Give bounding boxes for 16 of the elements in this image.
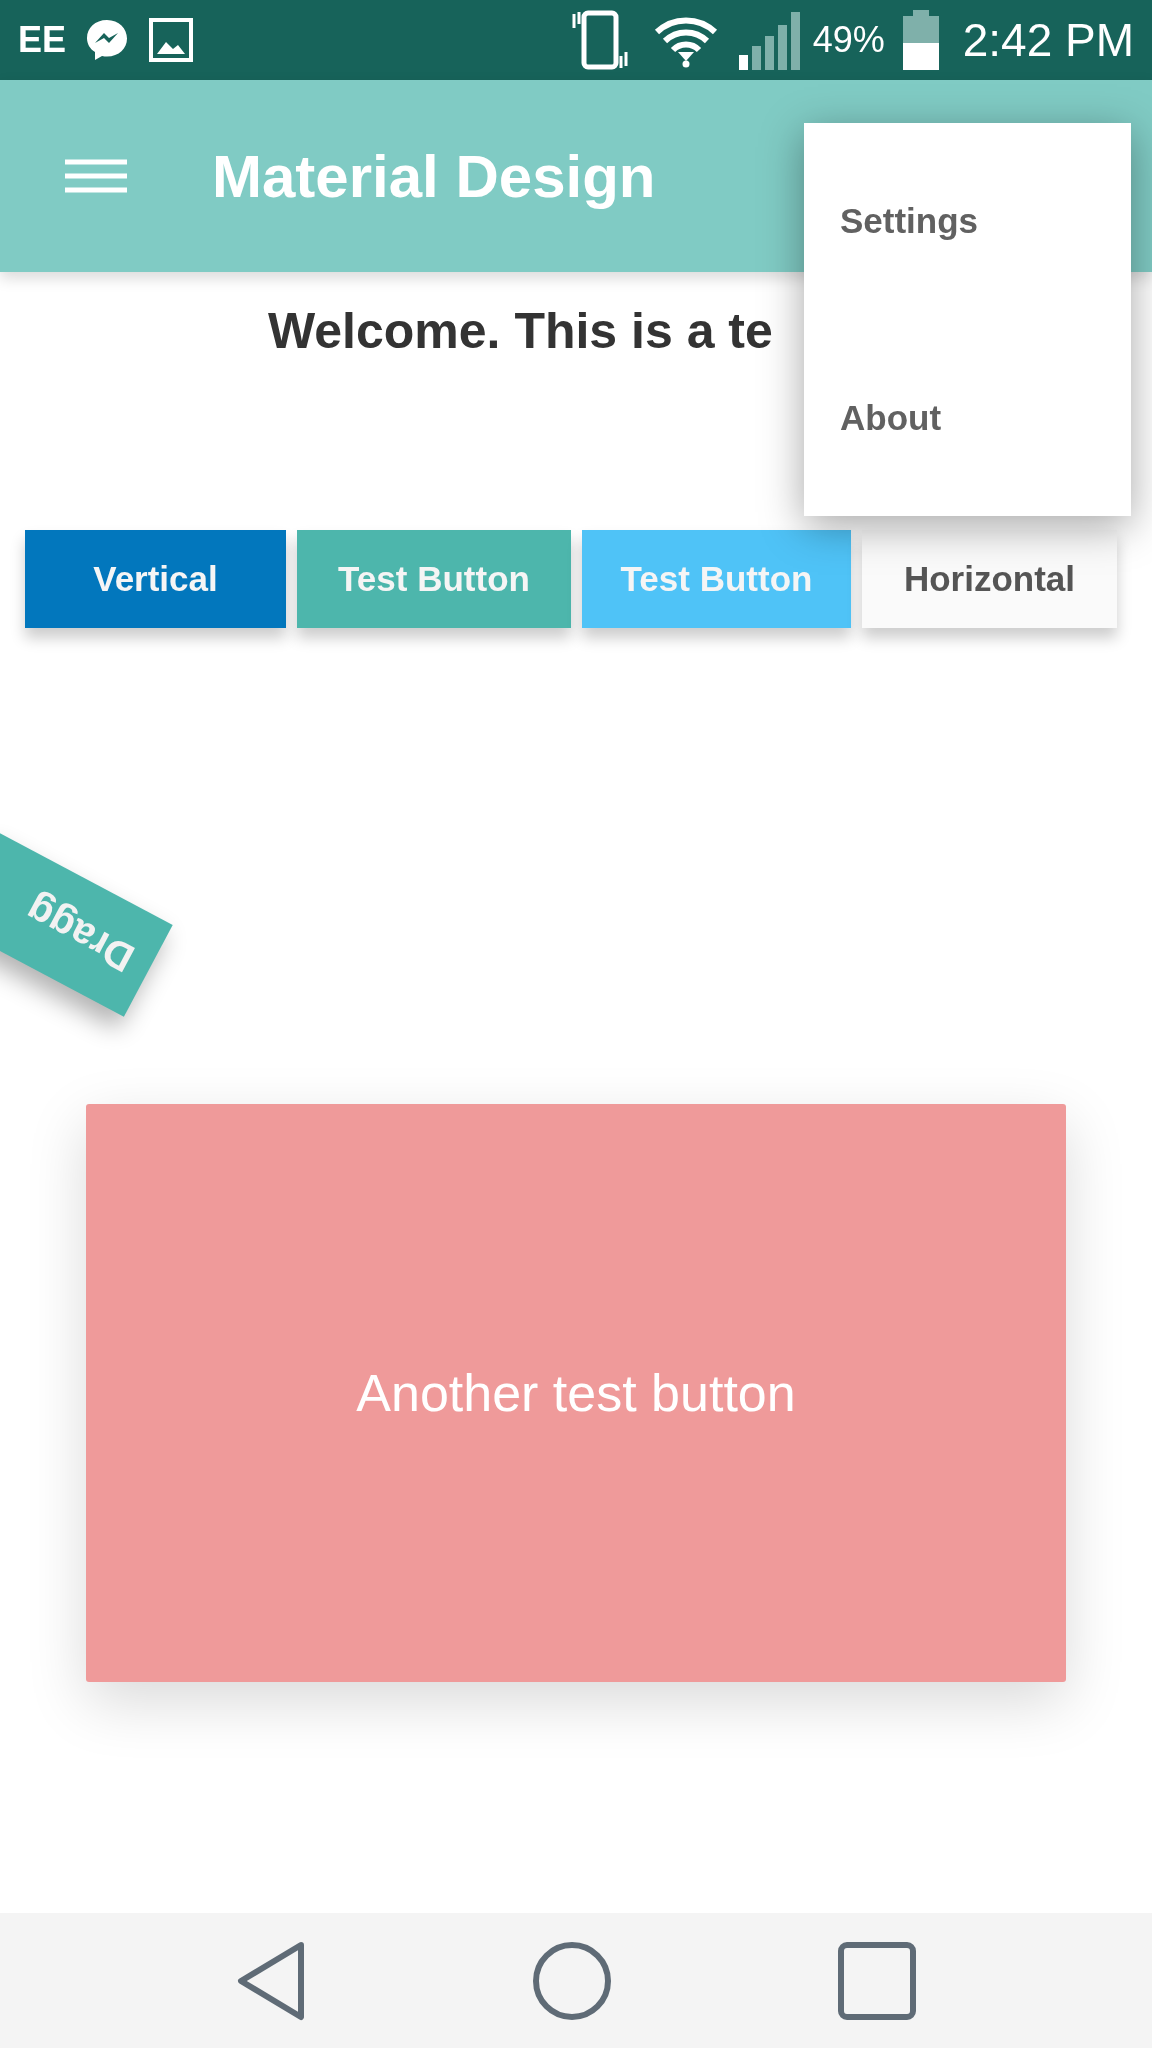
recents-icon[interactable] xyxy=(837,1940,917,2021)
test-button[interactable]: Vertical xyxy=(25,530,286,628)
clock-time: 2:42 PM xyxy=(962,13,1134,67)
carrier-label: EE xyxy=(18,19,67,61)
image-icon xyxy=(148,17,195,63)
home-icon[interactable] xyxy=(532,1940,612,2021)
menu-item[interactable]: About xyxy=(804,397,1131,438)
battery-icon xyxy=(902,10,939,70)
welcome-text: Welcome. This is a te xyxy=(267,302,774,361)
battery-percent: 49% xyxy=(812,19,885,61)
test-button[interactable]: Horizontal xyxy=(862,530,1117,628)
test-button[interactable]: Test Button xyxy=(297,530,571,628)
menu-item[interactable]: Settings xyxy=(804,201,1131,242)
signal-icon xyxy=(736,10,801,70)
app-title: Material Design xyxy=(212,141,656,211)
back-icon[interactable] xyxy=(235,1940,307,2021)
